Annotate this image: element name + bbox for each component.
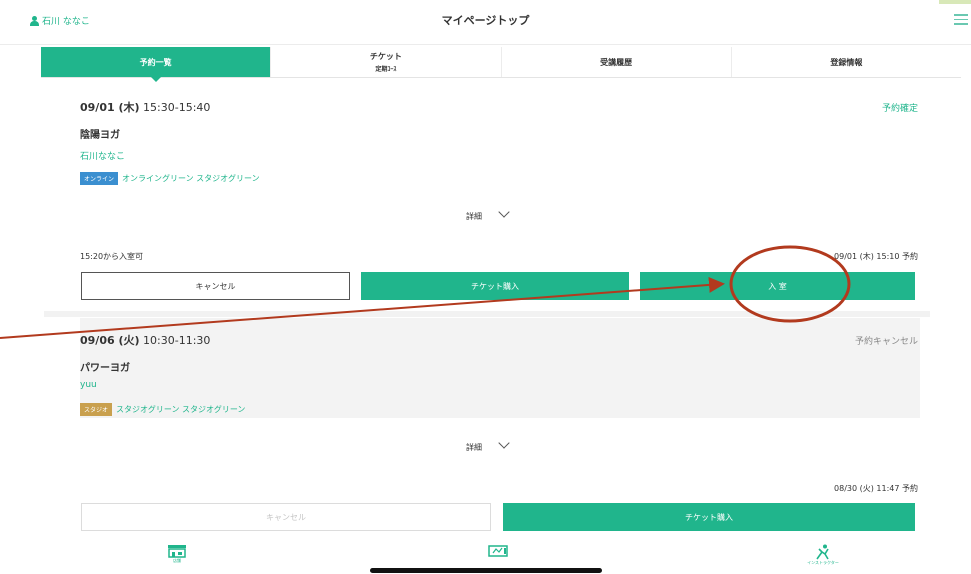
detail-toggle[interactable]: 詳細 <box>44 437 930 453</box>
enter-room-button[interactable]: 入 室 <box>640 272 915 300</box>
tab-label: 登録情報 <box>830 57 863 67</box>
tab-reservations[interactable]: 予約一覧 <box>41 47 272 82</box>
reserved-at: 09/01 (木) 15:10 予約 <box>834 252 918 261</box>
reservation-card: 09/06 (火) 10:30-11:30 予約キャンセル パワーヨガ yuu … <box>44 318 930 540</box>
tag-row: オンライン オンライングリーン スタジオグリーン <box>80 172 260 185</box>
class-name: 陰陽ヨガ <box>80 130 120 141</box>
reservation-status: 予約キャンセル <box>854 337 918 347</box>
detail-label: 詳細 <box>466 212 482 221</box>
cancel-button[interactable]: キャンセル <box>81 272 350 300</box>
corner-decoration <box>939 0 971 4</box>
reserved-at: 08/30 (火) 11:47 予約 <box>834 484 918 493</box>
chevron-down-icon <box>498 206 510 218</box>
tab-label: 受講履歴 <box>600 57 633 67</box>
store-icon <box>168 545 186 558</box>
detail-toggle[interactable]: 詳細 <box>44 206 930 222</box>
tab-bar: 予約一覧 チケット 定期ｺｰｽ 受講履歴 登録情報 <box>41 47 961 82</box>
reservation-date: 09/01 (木) <box>80 101 140 114</box>
instructor-name[interactable]: 石川ななこ <box>80 149 125 162</box>
nav-label: インストラクター <box>807 560 839 565</box>
buy-ticket-button[interactable]: チケット購入 <box>361 272 629 300</box>
reservation-datetime: 09/01 (木) 15:30-15:40 <box>80 99 210 115</box>
buy-ticket-button[interactable]: チケット購入 <box>503 503 915 531</box>
tag-row: スタジオ スタジオグリーン スタジオグリーン <box>80 403 245 416</box>
tab-sublabel: 定期ｺｰｽ <box>375 66 397 73</box>
online-badge: オンライン <box>80 172 119 185</box>
reservation-datetime: 09/06 (火) 10:30-11:30 <box>80 332 210 348</box>
tab-tickets[interactable]: チケット 定期ｺｰｽ <box>271 47 502 77</box>
tab-profile[interactable]: 登録情報 <box>732 47 961 77</box>
reservation-time: 10:30-11:30 <box>143 334 211 347</box>
home-indicator <box>370 568 602 573</box>
nav-instructor[interactable]: インストラクター <box>783 544 863 566</box>
instructor-icon <box>816 544 829 560</box>
studio-tags: スタジオグリーン スタジオグリーン <box>116 405 246 414</box>
studio-badge: スタジオ <box>80 403 113 416</box>
reservation-status: 予約確定 <box>881 104 918 114</box>
instructor-name[interactable]: yuu <box>80 380 97 390</box>
tab-label: チケット <box>369 52 402 61</box>
entry-note: 15:20から入室可 <box>80 252 144 261</box>
cancel-button-disabled: キャンセル <box>81 503 491 531</box>
reservation-card: 09/01 (木) 15:30-15:40 予約確定 陰陽ヨガ 石川ななこ オン… <box>44 86 930 317</box>
tab-history[interactable]: 受講履歴 <box>502 47 732 77</box>
chevron-down-icon <box>498 437 510 449</box>
hamburger-menu-icon[interactable] <box>954 14 968 25</box>
reservation-date: 09/06 (火) <box>80 334 140 347</box>
reservation-time: 15:30-15:40 <box>143 101 211 114</box>
studio-tags: オンライングリーン スタジオグリーン <box>122 174 260 183</box>
detail-label: 詳細 <box>466 443 482 452</box>
ticket-icon <box>488 545 508 557</box>
nav-store[interactable]: 店舗 <box>137 544 217 564</box>
class-name: パワーヨガ <box>80 363 130 374</box>
tab-label: 予約一覧 <box>139 57 172 67</box>
app-header: 石川 ななこ マイページトップ <box>0 0 971 45</box>
page-title: マイページトップ <box>441 14 530 27</box>
nav-ticket[interactable] <box>458 544 538 558</box>
nav-label: 店舗 <box>173 558 181 563</box>
